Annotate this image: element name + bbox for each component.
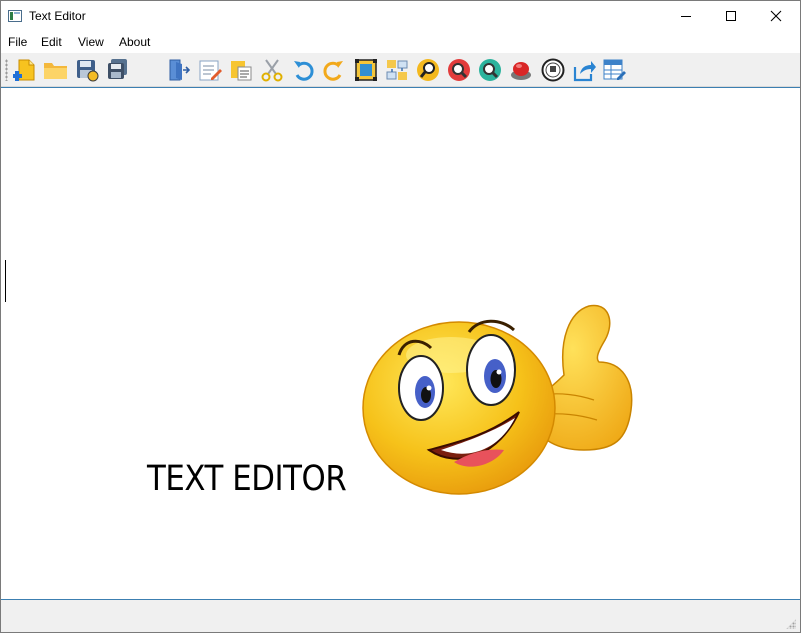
new-file-button[interactable]: [11, 56, 39, 84]
menu-about[interactable]: About: [119, 35, 150, 49]
app-icon: [8, 10, 22, 22]
redo-icon: [323, 61, 343, 81]
thumbs-up-smiley-image: [362, 304, 633, 495]
close-icon: [770, 10, 782, 22]
new-file-icon: [13, 59, 35, 81]
toolbar-grip[interactable]: [5, 59, 8, 81]
share-icon: [573, 61, 596, 82]
cut-button[interactable]: [258, 56, 286, 84]
save-button[interactable]: [73, 56, 101, 84]
cut-icon: [261, 59, 283, 82]
resize-grip[interactable]: [786, 619, 796, 629]
save-as-button[interactable]: [104, 56, 132, 84]
table-edit-button[interactable]: [601, 56, 629, 84]
menu-edit[interactable]: Edit: [41, 35, 62, 49]
editor-heading: TEXT EDITOR: [147, 459, 347, 499]
window-title: Text Editor: [29, 9, 86, 23]
find-icon: [417, 59, 439, 81]
select-all-button[interactable]: [352, 56, 380, 84]
minimize-icon: [681, 16, 691, 17]
stop-button[interactable]: [507, 56, 535, 84]
zoom-in-icon: [448, 59, 470, 81]
save-icon: [77, 60, 99, 82]
find-button[interactable]: [414, 56, 442, 84]
maximize-button[interactable]: [708, 1, 754, 31]
open-folder-button[interactable]: [42, 56, 70, 84]
edit-icon: [199, 60, 222, 81]
maximize-icon: [726, 11, 736, 21]
exit-button[interactable]: [164, 56, 192, 84]
menu-bar: File Edit View About: [1, 32, 800, 53]
save-as-icon: [108, 59, 127, 79]
undo-button[interactable]: [289, 56, 317, 84]
zoom-out-icon: [479, 59, 501, 81]
title-bar[interactable]: Text Editor: [1, 1, 800, 32]
text-editor-area[interactable]: TEXT EDITOR: [1, 87, 800, 600]
replace-icon: [386, 60, 408, 80]
library-button[interactable]: [539, 56, 567, 84]
undo-icon: [294, 61, 314, 81]
text-caret: [5, 260, 6, 302]
minimize-button[interactable]: [663, 1, 709, 31]
replace-button[interactable]: [383, 56, 411, 84]
library-icon: [541, 58, 565, 82]
select-all-icon: [355, 59, 377, 81]
open-folder-icon: [44, 63, 67, 79]
menu-file[interactable]: File: [8, 35, 27, 49]
edit-button[interactable]: [196, 56, 224, 84]
zoom-in-button[interactable]: [445, 56, 473, 84]
table-edit-icon: [603, 59, 626, 80]
paste-button[interactable]: [227, 56, 255, 84]
share-button[interactable]: [570, 56, 598, 84]
app-window: Text Editor File Edit View About TEXT ED…: [0, 0, 801, 633]
exit-icon: [169, 59, 190, 81]
zoom-out-button[interactable]: [476, 56, 504, 84]
redo-button[interactable]: [320, 56, 348, 84]
paste-icon: [231, 61, 252, 81]
close-button[interactable]: [753, 1, 799, 31]
status-bar: [1, 600, 800, 632]
menu-view[interactable]: View: [78, 35, 104, 49]
stop-icon: [511, 62, 531, 80]
toolbar: [1, 53, 800, 87]
